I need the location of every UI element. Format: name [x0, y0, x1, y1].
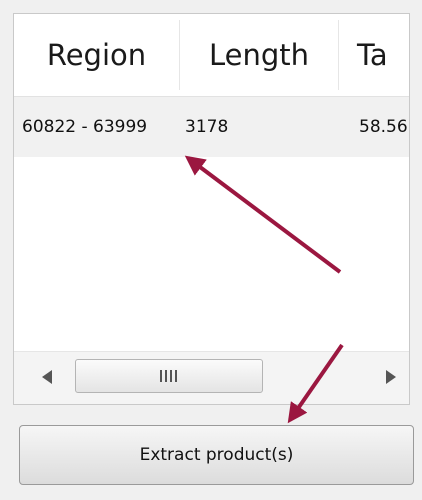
column-header-region[interactable]: Region — [14, 14, 179, 96]
grip-lines-icon — [160, 370, 177, 382]
cell-ta: 58.56 — [359, 117, 408, 137]
triangle-left-icon — [42, 370, 52, 384]
scroll-left-button[interactable] — [32, 362, 62, 392]
triangle-right-icon — [386, 370, 396, 384]
scroll-thumb[interactable] — [75, 359, 263, 393]
cell-length: 3178 — [185, 117, 229, 137]
region-table: Region Length Ta 60822 - 63999 3178 58.5… — [13, 13, 410, 405]
column-header-length[interactable]: Length — [180, 14, 338, 96]
column-header-ta[interactable]: Ta — [339, 14, 409, 96]
extract-products-button[interactable]: Extract product(s) — [19, 425, 414, 485]
cell-region: 60822 - 63999 — [22, 117, 148, 137]
table-row[interactable]: 60822 - 63999 3178 58.56 — [14, 97, 409, 157]
scroll-right-button[interactable] — [376, 362, 406, 392]
table-header: Region Length Ta — [14, 14, 409, 97]
horizontal-scrollbar[interactable] — [14, 351, 409, 404]
